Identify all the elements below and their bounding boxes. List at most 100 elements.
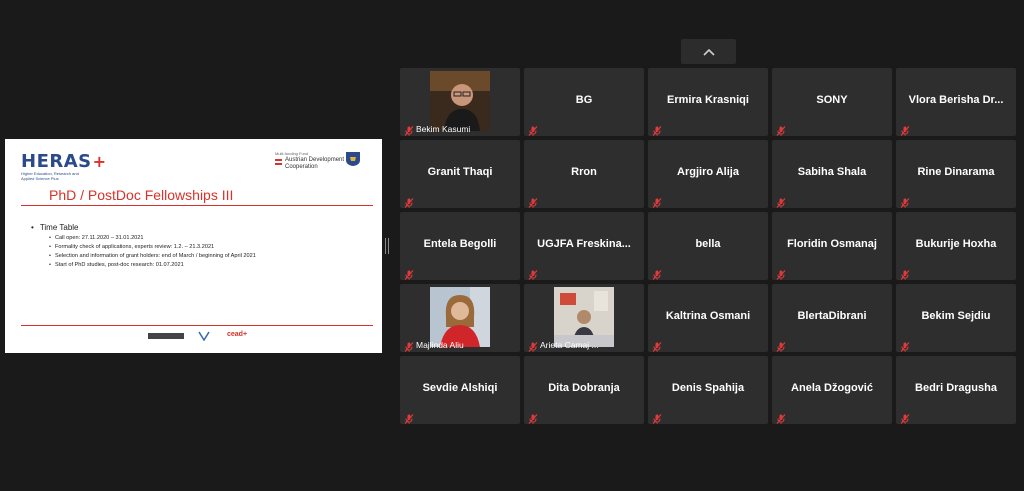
slide-section-heading: Time Table: [31, 223, 79, 232]
participant-tile[interactable]: Bekim Kasumi: [400, 68, 520, 136]
participant-name: Rine Dinarama: [917, 166, 995, 178]
participant-video-avatar: [430, 71, 490, 131]
slide-items-list: Call open: 27.11.2020 – 31.01.2021 Forma…: [49, 234, 256, 270]
participant-name: Sabiha Shala: [797, 166, 867, 178]
participant-tile[interactable]: Dita Dobranja: [524, 356, 644, 424]
muted-mic-icon: [652, 267, 662, 280]
participant-tile[interactable]: Arieta Camaj ...: [524, 284, 644, 352]
muted-mic-icon: [528, 195, 538, 208]
slide-item: Formality check of applications, experts…: [49, 243, 256, 252]
participant-tile[interactable]: Bedri Dragusha: [896, 356, 1016, 424]
participant-name: Kaltrina Osmani: [665, 310, 751, 322]
participant-name-label: Arieta Camaj ...: [540, 340, 599, 350]
heras-logo: HERAS+: [21, 151, 107, 172]
muted-mic-icon: [652, 195, 662, 208]
muted-mic-icon: [776, 123, 786, 136]
muted-mic-icon: [776, 267, 786, 280]
participant-tile[interactable]: Bukurije Hoxha: [896, 212, 1016, 280]
participant-tile[interactable]: Kaltrina Osmani: [648, 284, 768, 352]
slide-item: Start of PhD studies, post-doc research:…: [49, 261, 256, 270]
shared-screen-slide: HERAS+ Higher Education, Research and Ap…: [5, 139, 382, 353]
participant-name: bella: [695, 238, 721, 250]
participant-name: Granit Thaqi: [427, 166, 493, 178]
participant-tile[interactable]: BlertaDibrani: [772, 284, 892, 352]
footer-logo-bar: [148, 333, 184, 339]
chevron-up-icon: [702, 48, 715, 56]
muted-mic-icon: [404, 411, 414, 424]
muted-mic-icon: [404, 195, 414, 208]
participant-video-avatar: [430, 287, 490, 347]
slide-divider-bottom: [21, 325, 373, 326]
muted-mic-icon: [776, 195, 786, 208]
muted-mic-icon: [652, 339, 662, 352]
participant-name: Bukurije Hoxha: [915, 238, 997, 250]
participant-tile[interactable]: Rron: [524, 140, 644, 208]
participant-tile[interactable]: Anela Džogović: [772, 356, 892, 424]
slide-item: Call open: 27.11.2020 – 31.01.2021: [49, 234, 256, 243]
collapse-gallery-button[interactable]: [681, 39, 736, 64]
funded-by-label: Multi-funding Fund: [275, 151, 309, 156]
participant-tile[interactable]: Denis Spahija: [648, 356, 768, 424]
participant-tile[interactable]: Majlinda Aliu: [400, 284, 520, 352]
heras-tagline: Higher Education, Research and Applied S…: [21, 171, 79, 181]
muted-mic-icon: [652, 411, 662, 424]
participant-tile[interactable]: Rine Dinarama: [896, 140, 1016, 208]
slide-item: Selection and information of grant holde…: [49, 252, 256, 261]
participant-name: Floridin Osmanaj: [787, 238, 877, 250]
muted-mic-icon: [776, 339, 786, 352]
participant-name: Bekim Sejdiu: [921, 310, 991, 322]
participant-name: BlertaDibrani: [797, 310, 867, 322]
muted-mic-icon: [404, 339, 414, 352]
footer-logo-cead: cead+: [227, 331, 248, 338]
muted-mic-icon: [528, 411, 538, 424]
participant-name: BG: [575, 94, 593, 106]
slide-title: PhD / PostDoc Fellowships III: [49, 187, 234, 203]
muted-mic-icon: [528, 339, 538, 352]
kosovo-crest-icon: [346, 152, 360, 166]
participant-name: Sevdie Alshiqi: [422, 382, 498, 394]
participant-tile[interactable]: Entela Begolli: [400, 212, 520, 280]
participant-name-label: Majlinda Aliu: [416, 340, 464, 350]
participant-name: Anela Džogović: [791, 382, 873, 394]
slide-divider-top: [21, 205, 373, 206]
participant-name: Rron: [571, 166, 597, 178]
participant-name: UGJFA Freskina...: [537, 238, 631, 250]
participant-tile[interactable]: Granit Thaqi: [400, 140, 520, 208]
muted-mic-icon: [900, 123, 910, 136]
participant-name: Denis Spahija: [671, 382, 745, 394]
muted-mic-icon: [528, 123, 538, 136]
participant-name: Dita Dobranja: [548, 382, 620, 394]
participant-tile[interactable]: BG: [524, 68, 644, 136]
muted-mic-icon: [776, 411, 786, 424]
splitter-handle-icon[interactable]: [385, 238, 389, 254]
participant-tile[interactable]: Argjiro Alija: [648, 140, 768, 208]
participant-name: SONY: [816, 94, 848, 106]
participant-tile[interactable]: Floridin Osmanaj: [772, 212, 892, 280]
participant-tile[interactable]: Sabiha Shala: [772, 140, 892, 208]
muted-mic-icon: [900, 195, 910, 208]
participant-name: Bedri Dragusha: [915, 382, 997, 394]
participant-video-avatar: [554, 287, 614, 347]
muted-mic-icon: [900, 339, 910, 352]
muted-mic-icon: [404, 123, 414, 136]
muted-mic-icon: [900, 411, 910, 424]
muted-mic-icon: [900, 267, 910, 280]
participant-tile[interactable]: Ermira Krasniqi: [648, 68, 768, 136]
participant-tile[interactable]: UGJFA Freskina...: [524, 212, 644, 280]
participant-name: Ermira Krasniqi: [667, 94, 749, 106]
participant-tile[interactable]: Sevdie Alshiqi: [400, 356, 520, 424]
participant-tile[interactable]: SONY: [772, 68, 892, 136]
muted-mic-icon: [528, 267, 538, 280]
participant-name: Vlora Berisha Dr...: [908, 94, 1004, 106]
participant-tile[interactable]: Bekim Sejdiu: [896, 284, 1016, 352]
austria-flag-icon: [275, 159, 282, 165]
muted-mic-icon: [404, 267, 414, 280]
participant-name: Entela Begolli: [423, 238, 497, 250]
partner-name: Austrian Development Cooperation: [285, 157, 345, 170]
muted-mic-icon: [652, 123, 662, 136]
footer-logo-v-icon: [198, 331, 210, 341]
participant-tile[interactable]: Vlora Berisha Dr...: [896, 68, 1016, 136]
participant-name: Argjiro Alija: [677, 166, 739, 178]
participant-tile[interactable]: bella: [648, 212, 768, 280]
participant-name-label: Bekim Kasumi: [416, 124, 471, 134]
